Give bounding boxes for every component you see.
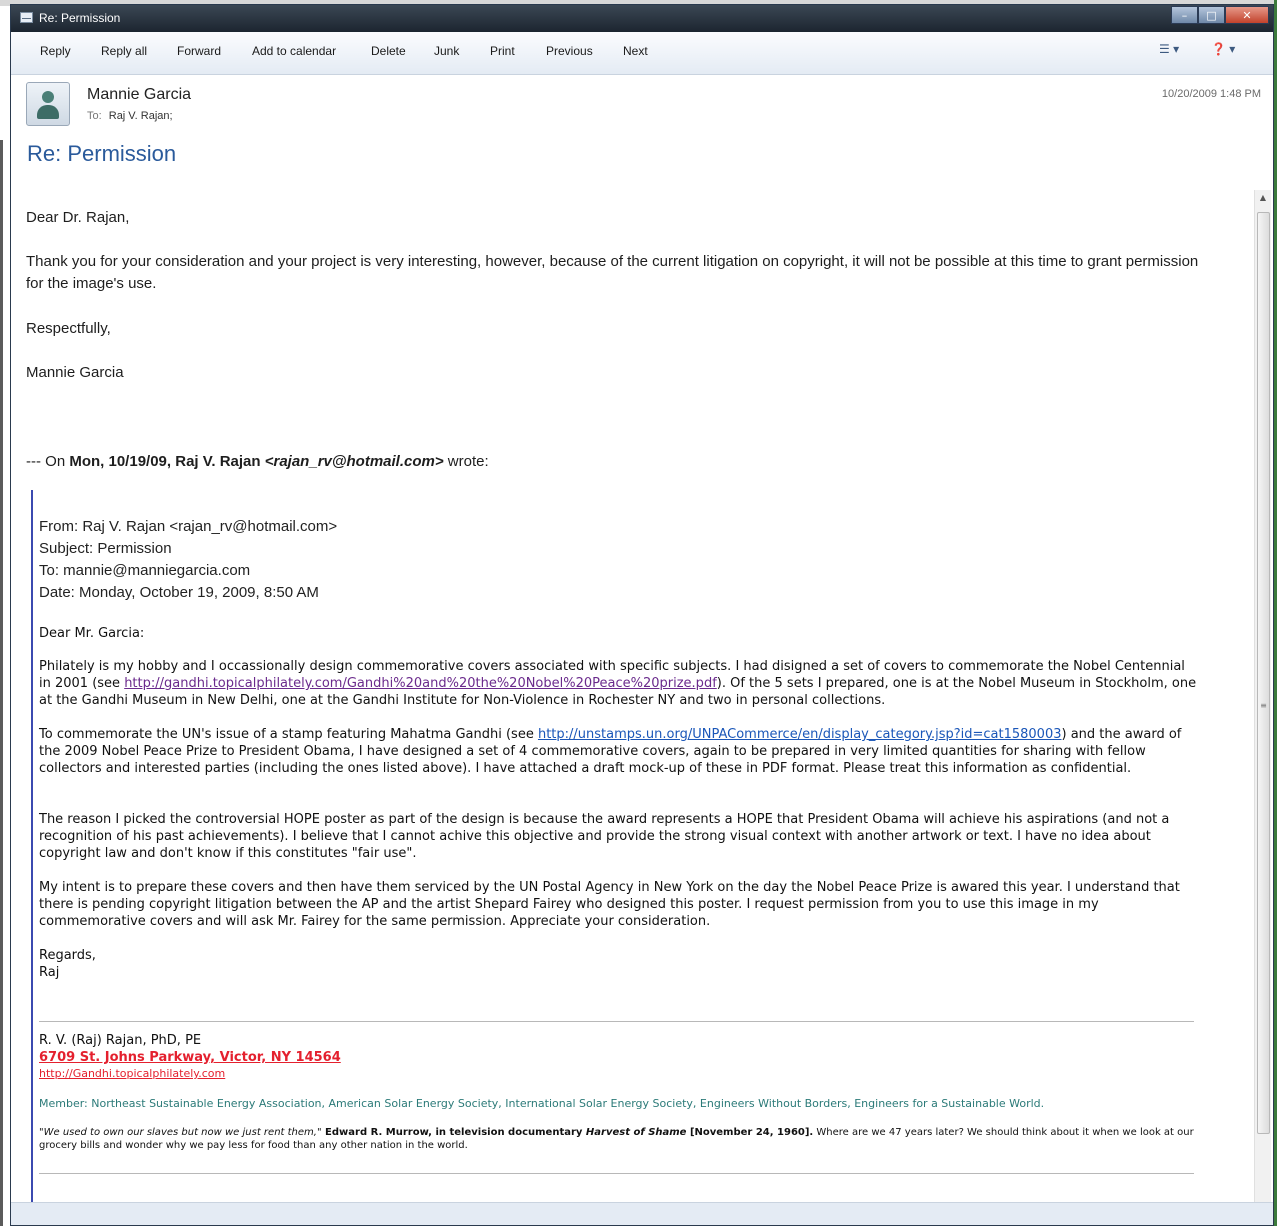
signature-address-link[interactable]: 6709 St. Johns Parkway, Victor, NY 14564 (39, 1050, 341, 1065)
avatar-head-shape (42, 91, 54, 103)
quote-intro: --- On Mon, 10/19/09, Raj V. Rajan <raja… (26, 451, 489, 473)
to-label: To: (87, 110, 102, 122)
quoted-subject: Subject: Permission (39, 540, 172, 557)
quoted-paragraph-1: Philately is my hobby and I occassionall… (39, 658, 1199, 709)
quote-work: Harvest of Shame (585, 1127, 687, 1138)
quote-italic: "We used to own our slaves but now we ju… (39, 1127, 322, 1138)
minimize-button[interactable]: – (1171, 6, 1198, 24)
signature-member: Member: Northeast Sustainable Energy Ass… (39, 1095, 1199, 1112)
quoted-salutation: Dear Mr. Garcia: (39, 626, 145, 641)
scroll-up-icon[interactable]: ▲ (1255, 190, 1271, 206)
quote-intro-date: Mon, 10/19/09, (69, 453, 172, 470)
timestamp: 10/20/2009 1:48 PM (1161, 88, 1261, 100)
quoted-to: To: mannie@manniegarcia.com (39, 562, 251, 579)
reply-button[interactable]: Reply (40, 44, 71, 58)
quote-intro-email[interactable]: <rajan_rv@hotmail.com> (265, 453, 444, 470)
menu-dropdown-icon[interactable]: ☰ ▾ (1159, 42, 1179, 56)
background-window-edge (0, 140, 3, 1226)
reply-greeting: Dear Dr. Rajan, (26, 209, 130, 226)
reply-body: Thank you for your consideration and you… (26, 253, 1199, 292)
forward-button[interactable]: Forward (177, 44, 221, 58)
signature-divider-bottom (39, 1173, 1194, 1174)
signature-member-text: Member: Northeast Sustainable Energy Ass… (39, 1097, 1045, 1110)
quoted-paragraph-3: The reason I picked the controversial HO… (39, 812, 1170, 861)
quoted-date: Date: Monday, October 19, 2009, 8:50 AM (39, 584, 319, 601)
print-button[interactable]: Print (490, 44, 515, 58)
mail-app-icon (20, 12, 33, 23)
add-to-calendar-button[interactable]: Add to calendar (252, 44, 336, 58)
quote-intro-prefix: --- On (26, 453, 66, 470)
recipient-name[interactable]: Raj V. Rajan; (109, 110, 173, 122)
scroll-thumb[interactable]: ≡ (1257, 212, 1270, 1134)
signature-url: http://Gandhi.topicalphilately.com (39, 1065, 1199, 1082)
quote-intro-suffix: wrote: (447, 453, 489, 470)
help-icon[interactable]: ❓ ▾ (1211, 42, 1235, 56)
recipient-line: To: Raj V. Rajan; (87, 110, 173, 122)
quoted-paragraph-4: My intent is to prepare these covers and… (39, 880, 1180, 929)
signature-divider-top (39, 1021, 1194, 1022)
quote-bar (31, 490, 33, 1205)
status-strip (11, 1202, 1273, 1225)
quote-date: [November 24, 1960]. (686, 1127, 814, 1138)
reply-signature: Mannie Garcia (26, 364, 124, 381)
signature-name: R. V. (Raj) Rajan, PhD, PE (39, 1033, 202, 1048)
quoted-name: Raj (39, 965, 60, 980)
vertical-scrollbar[interactable]: ▲ ≡ ▼ (1254, 190, 1271, 1225)
next-button[interactable]: Next (623, 44, 648, 58)
grip-icon: ≡ (1260, 701, 1267, 710)
signature-quote: "We used to own our slaves but now we ju… (39, 1126, 1199, 1152)
window-controls: – □ ✕ (1171, 6, 1269, 24)
signature-address: 6709 St. Johns Parkway, Victor, NY 14564 (39, 1049, 1199, 1066)
reply-all-button[interactable]: Reply all (101, 44, 147, 58)
avatar (26, 82, 70, 126)
message-window: Re: Permission – □ ✕ Reply Reply all For… (10, 4, 1274, 1226)
maximize-button[interactable]: □ (1198, 6, 1225, 24)
title-bar[interactable]: Re: Permission – □ ✕ (11, 5, 1273, 32)
quoted-p2-text-a: To commemorate the UN's issue of a stamp… (39, 727, 538, 742)
sender-name[interactable]: Mannie Garcia (87, 86, 191, 104)
junk-button[interactable]: Junk (434, 44, 459, 58)
close-button[interactable]: ✕ (1225, 6, 1269, 24)
message-header: Mannie Garcia To: Raj V. Rajan; 10/20/20… (11, 74, 1273, 134)
unstamps-link[interactable]: http://unstamps.un.org/UNPACommerce/en/d… (538, 727, 1062, 742)
nobel-pdf-link[interactable]: http://gandhi.topicalphilately.com/Gandh… (124, 676, 717, 691)
previous-button[interactable]: Previous (546, 44, 593, 58)
quote-intro-sender: Raj V. Rajan (175, 453, 261, 470)
quoted-from: From: Raj V. Rajan <rajan_rv@hotmail.com… (39, 518, 338, 535)
window-title: Re: Permission (39, 11, 121, 25)
toolbar: Reply Reply all Forward Add to calendar … (11, 32, 1273, 75)
signature-url-link[interactable]: http://Gandhi.topicalphilately.com (39, 1067, 225, 1080)
quoted-paragraph-2: To commemorate the UN's issue of a stamp… (39, 726, 1199, 777)
quoted-regards: Regards, (39, 948, 96, 963)
subject-heading: Re: Permission (27, 141, 177, 166)
quote-author: Edward R. Murrow, in television document… (321, 1127, 586, 1138)
avatar-body-shape (37, 105, 59, 119)
reply-closing: Respectfully, (26, 320, 111, 337)
delete-button[interactable]: Delete (371, 44, 406, 58)
